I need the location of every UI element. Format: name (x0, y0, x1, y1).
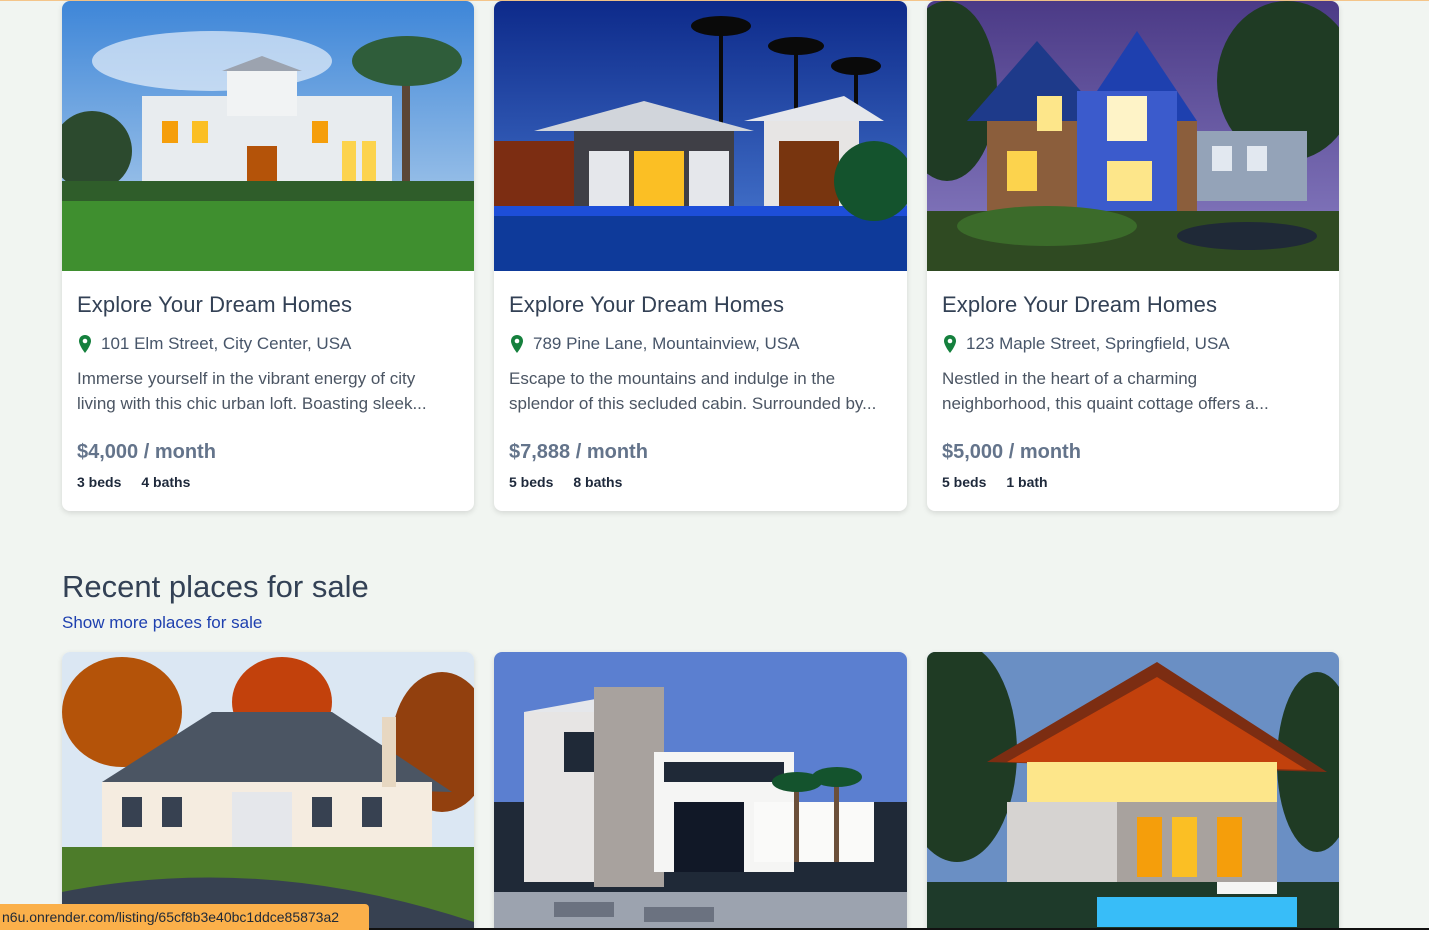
listing-beds: 5 beds (942, 474, 987, 490)
show-more-sale-link[interactable]: Show more places for sale (62, 613, 262, 633)
listing-photo[interactable] (62, 652, 474, 930)
listing-title[interactable]: Explore Your Dream Homes (942, 290, 1324, 320)
listing-price: $7,888 / month (509, 441, 648, 463)
listing-description: Immerse yourself in the vibrant energy o… (77, 366, 459, 416)
description-line: splendor of this secluded cabin. Surroun… (509, 394, 877, 413)
listing-photo[interactable] (927, 652, 1339, 930)
listing-title[interactable]: Explore Your Dream Homes (509, 290, 892, 320)
listing-card[interactable] (62, 652, 474, 930)
listing-photo[interactable] (494, 652, 907, 930)
description-line: Escape to the mountains and indulge in t… (509, 369, 836, 388)
listing-address-text: 101 Elm Street, City Center, USA (101, 334, 352, 353)
listing-baths: 1 bath (1006, 474, 1048, 490)
location-pin-icon (944, 335, 956, 353)
listing-card[interactable] (927, 652, 1339, 930)
listing-address: 123 Maple Street, Springfield, USA (942, 332, 1324, 356)
listing-photo[interactable] (494, 1, 907, 271)
listing-description: Escape to the mountains and indulge in t… (509, 366, 892, 416)
listing-meta: 5 beds 8 baths (509, 474, 892, 490)
listing-title[interactable]: Explore Your Dream Homes (77, 290, 459, 320)
listing-photo[interactable] (62, 1, 474, 271)
listing-address-text: 789 Pine Lane, Mountainview, USA (533, 334, 800, 353)
listing-card[interactable] (494, 652, 907, 930)
listing-address-text: 123 Maple Street, Springfield, USA (966, 334, 1230, 353)
listing-address: 101 Elm Street, City Center, USA (77, 332, 459, 356)
rent-listings-grid: Explore Your Dream Homes 101 Elm Street,… (62, 1, 1339, 511)
listing-meta: 5 beds 1 bath (942, 474, 1324, 490)
listing-card[interactable]: Explore Your Dream Homes 123 Maple Stree… (927, 1, 1339, 511)
description-line: neighborhood, this quaint cottage offers… (942, 394, 1269, 413)
description-line: Immerse yourself in the vibrant energy o… (77, 369, 416, 388)
listing-card[interactable]: Explore Your Dream Homes 101 Elm Street,… (62, 1, 474, 511)
sale-listings-grid (62, 652, 1339, 930)
listing-photo[interactable] (927, 1, 1339, 271)
description-line: living with this chic urban loft. Boasti… (77, 394, 427, 413)
status-bar-url: n6u.onrender.com/listing/65cf8b3e40bc1dd… (0, 904, 369, 930)
listing-description: Nestled in the heart of a charming neigh… (942, 366, 1324, 416)
location-pin-icon (79, 335, 91, 353)
listing-price: $4,000 / month (77, 441, 216, 463)
listing-beds: 5 beds (509, 474, 554, 490)
listing-card[interactable]: Explore Your Dream Homes 789 Pine Lane, … (494, 1, 907, 511)
listing-baths: 8 baths (573, 474, 623, 490)
listing-baths: 4 baths (141, 474, 191, 490)
location-pin-icon (511, 335, 523, 353)
listing-address: 789 Pine Lane, Mountainview, USA (509, 332, 892, 356)
section-title: Recent places for sale (62, 569, 369, 604)
listing-meta: 3 beds 4 baths (77, 474, 459, 490)
listing-price: $5,000 / month (942, 441, 1081, 463)
description-line: Nestled in the heart of a charming (942, 369, 1198, 388)
listing-beds: 3 beds (77, 474, 122, 490)
